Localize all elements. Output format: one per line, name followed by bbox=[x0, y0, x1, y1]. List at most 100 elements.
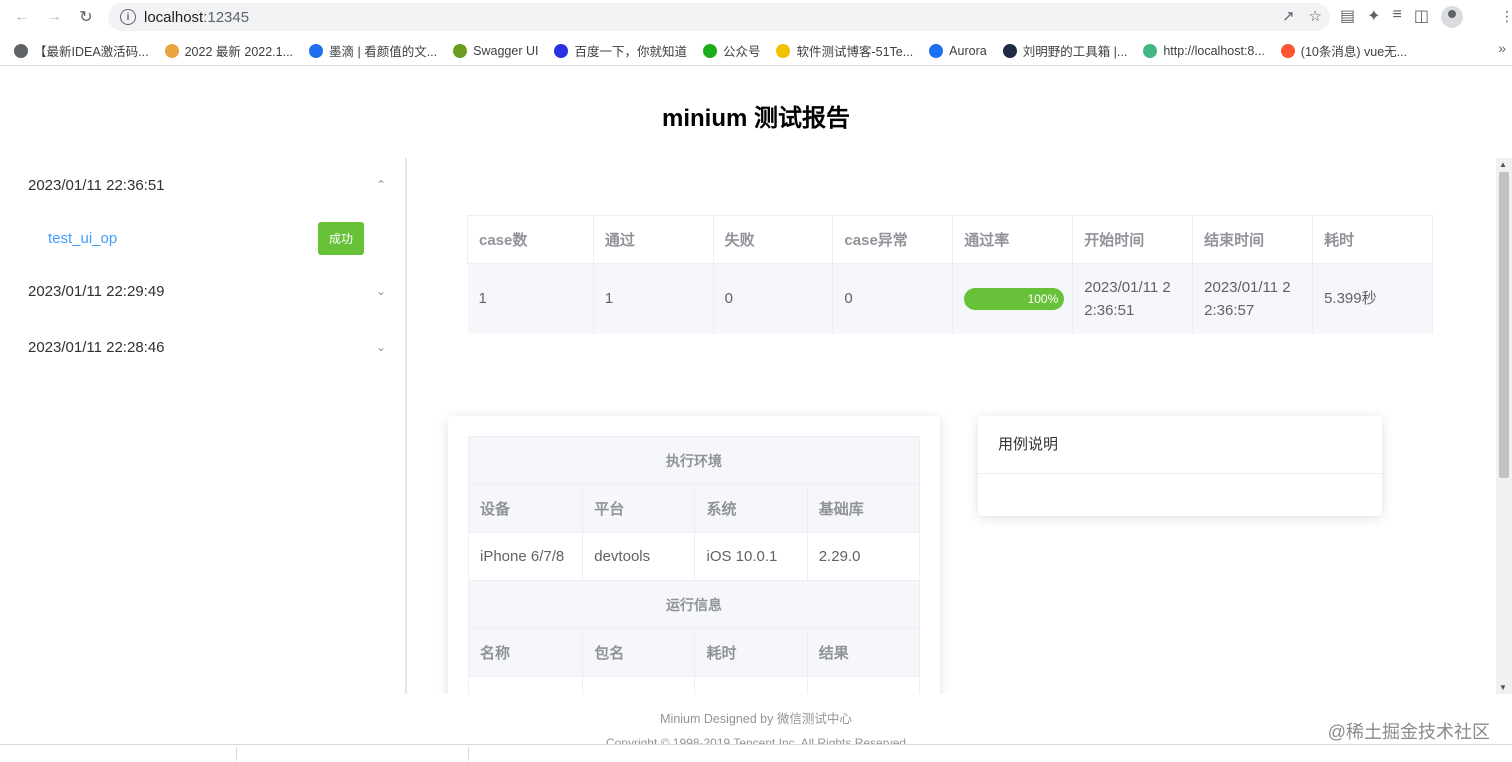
run-group-2[interactable]: 2023/01/11 22:29:49 ⌄ bbox=[28, 276, 388, 306]
empty-cell bbox=[694, 676, 808, 694]
cell-errors: 0 bbox=[832, 263, 954, 334]
bookmark-item[interactable]: 百度一下，你就知道 bbox=[554, 41, 687, 60]
end-time-line2: 2:36:57 bbox=[1204, 301, 1255, 319]
site-info-icon[interactable]: i bbox=[120, 9, 136, 25]
run-group-label: 2023/01/11 22:36:51 bbox=[28, 176, 165, 194]
divider bbox=[236, 747, 237, 761]
browser-toolbar: ← → ↻ i localhost:12345 ↗ ☆ ▤ ✦ ≡ ◫ ⋮ bbox=[0, 0, 1512, 34]
cell-failed: 0 bbox=[713, 263, 834, 334]
empty-cell bbox=[467, 676, 584, 694]
profile-avatar-icon[interactable] bbox=[1441, 6, 1463, 28]
vue-icon bbox=[1143, 43, 1158, 58]
bookmark-item[interactable]: 刘明野的工具箱 |... bbox=[1002, 41, 1127, 60]
cell-sdk: 2.29.0 bbox=[806, 532, 921, 581]
header-cell: case异常 bbox=[832, 215, 954, 264]
bookmark-item[interactable]: 公众号 bbox=[702, 41, 761, 60]
sidebar: 2023/01/11 22:36:51 ⌃ test_ui_op 成功 2023… bbox=[0, 158, 407, 694]
header-cell: 名称 bbox=[467, 628, 584, 677]
bookmark-star-icon[interactable]: ☆ bbox=[1309, 7, 1322, 25]
hand-icon bbox=[164, 43, 179, 58]
header-cell: 失败 bbox=[712, 215, 834, 264]
back-icon[interactable]: ← bbox=[10, 5, 34, 29]
section-title: 运行信息 bbox=[468, 580, 920, 629]
end-time-line1: 2023/01/11 2 bbox=[1204, 278, 1291, 296]
header-cell: 开始时间 bbox=[1072, 215, 1194, 264]
cell-end-time: 2023/01/11 2 2:36:57 bbox=[1192, 263, 1314, 334]
address-bar[interactable]: i localhost:12345 ↗ ☆ bbox=[108, 3, 1330, 31]
side-panel-icon[interactable]: ◫ bbox=[1414, 6, 1429, 28]
bookmark-label: 公众号 bbox=[722, 45, 761, 59]
bookmark-label: 【最新IDEA激活码... bbox=[34, 45, 149, 59]
main-content: case数 通过 失败 case异常 通过率 开始时间 结束时间 耗时 1 1 … bbox=[408, 158, 1494, 694]
bookmarks-overflow-icon[interactable]: » bbox=[1498, 40, 1506, 56]
bookmark-label: 2022 最新 2022.1... bbox=[184, 45, 294, 59]
toolbox-icon bbox=[1002, 43, 1017, 58]
header-cell: 耗时 bbox=[1312, 215, 1433, 264]
run-group-label: 2023/01/11 22:29:49 bbox=[28, 282, 165, 300]
cell-device: iPhone 6/7/8 bbox=[467, 532, 584, 581]
bookmark-item[interactable]: 软件测试博客-51Te... bbox=[776, 41, 913, 60]
header-cell: 通过率 bbox=[952, 215, 1074, 264]
status-badge: 成功 bbox=[317, 221, 364, 255]
chevron-up-icon: ⌃ bbox=[375, 178, 386, 192]
scroll-down-icon[interactable]: ▼ bbox=[1499, 683, 1507, 692]
summary-table: case数 通过 失败 case异常 通过率 开始时间 结束时间 耗时 1 1 … bbox=[467, 215, 1433, 334]
bookmark-item[interactable]: 【最新IDEA激活码... bbox=[14, 41, 149, 60]
bookmark-item[interactable]: 2022 最新 2022.1... bbox=[164, 41, 294, 60]
51testing-icon bbox=[776, 43, 791, 58]
empty-cell bbox=[582, 676, 696, 694]
cell-start-time: 2023/01/11 2 2:36:51 bbox=[1072, 263, 1194, 334]
baidu-icon bbox=[554, 43, 569, 58]
reload-icon[interactable]: ↻ bbox=[74, 5, 98, 29]
bookmark-label: 墨滴 | 看颜值的文... bbox=[329, 45, 438, 59]
bookmark-item[interactable]: (10条消息) vue无... bbox=[1280, 41, 1407, 60]
header-cell: 系统 bbox=[694, 484, 808, 533]
csdn-icon bbox=[1280, 43, 1295, 58]
bookmark-item[interactable]: Aurora bbox=[929, 43, 987, 58]
bottom-bar bbox=[0, 744, 1512, 762]
run-group-3[interactable]: 2023/01/11 22:28:46 ⌄ bbox=[28, 332, 388, 362]
scrollbar-thumb[interactable] bbox=[1499, 172, 1509, 478]
cell-system: iOS 10.0.1 bbox=[694, 532, 808, 581]
case-item: test_ui_op 成功 bbox=[48, 221, 364, 255]
watermark: @稀土掘金技术社区 bbox=[1327, 722, 1490, 742]
page-scrollbar[interactable]: ▲ ▼ bbox=[1496, 158, 1512, 694]
header-cell: 通过 bbox=[592, 215, 714, 264]
bookmark-item[interactable]: Swagger UI bbox=[453, 43, 539, 58]
bookmark-item[interactable]: http://localhost:8... bbox=[1143, 43, 1265, 58]
cell-cases: 1 bbox=[467, 263, 594, 334]
forward-icon[interactable]: → bbox=[42, 5, 66, 29]
footer-text: Minium Designed by 微信测试中心 bbox=[660, 712, 852, 726]
reader-icon[interactable]: ▤ bbox=[1340, 6, 1355, 28]
extensions-puzzle-icon[interactable]: ✦ bbox=[1367, 6, 1380, 28]
cell-pass-rate: 100% bbox=[952, 263, 1074, 334]
case-link[interactable]: test_ui_op bbox=[48, 230, 117, 247]
bookmark-label: 百度一下，你就知道 bbox=[574, 45, 687, 59]
pass-rate-progress-bar: 100% bbox=[964, 287, 1065, 310]
scroll-up-icon[interactable]: ▲ bbox=[1499, 160, 1507, 169]
aurora-icon bbox=[929, 43, 944, 58]
empty-cell bbox=[806, 676, 921, 694]
start-time-line2: 2:36:51 bbox=[1084, 301, 1135, 319]
wechat-mp-icon bbox=[702, 43, 717, 58]
run-group-label: 2023/01/11 22:28:46 bbox=[28, 338, 165, 356]
cell-platform: devtools bbox=[582, 532, 696, 581]
browser-menu-icon[interactable]: ⋮ bbox=[1500, 8, 1512, 25]
cell-passed: 1 bbox=[593, 263, 714, 334]
media-queue-icon[interactable]: ≡ bbox=[1393, 6, 1402, 28]
description-card: 用例说明 bbox=[978, 416, 1382, 516]
url-text: localhost:12345 bbox=[144, 8, 250, 26]
bookmark-label: Swagger UI bbox=[473, 43, 539, 58]
section-title: 执行环境 bbox=[468, 436, 920, 485]
header-cell: 结果 bbox=[806, 628, 921, 677]
header-cell: 结束时间 bbox=[1192, 215, 1314, 264]
share-icon[interactable]: ↗ bbox=[1282, 7, 1295, 25]
globe-icon bbox=[14, 43, 28, 58]
bookmarks-bar: 【最新IDEA激活码... 2022 最新 2022.1... 墨滴 | 看颜值的文… bbox=[0, 36, 1512, 66]
run-group-1[interactable]: 2023/01/11 22:36:51 ⌃ bbox=[28, 170, 388, 200]
bookmark-item[interactable]: 墨滴 | 看颜值的文... bbox=[309, 41, 437, 60]
header-cell: 设备 bbox=[467, 484, 584, 533]
header-cell: 耗时 bbox=[694, 628, 808, 677]
header-cell: case数 bbox=[467, 215, 594, 264]
chevron-down-icon: ⌄ bbox=[375, 340, 386, 354]
